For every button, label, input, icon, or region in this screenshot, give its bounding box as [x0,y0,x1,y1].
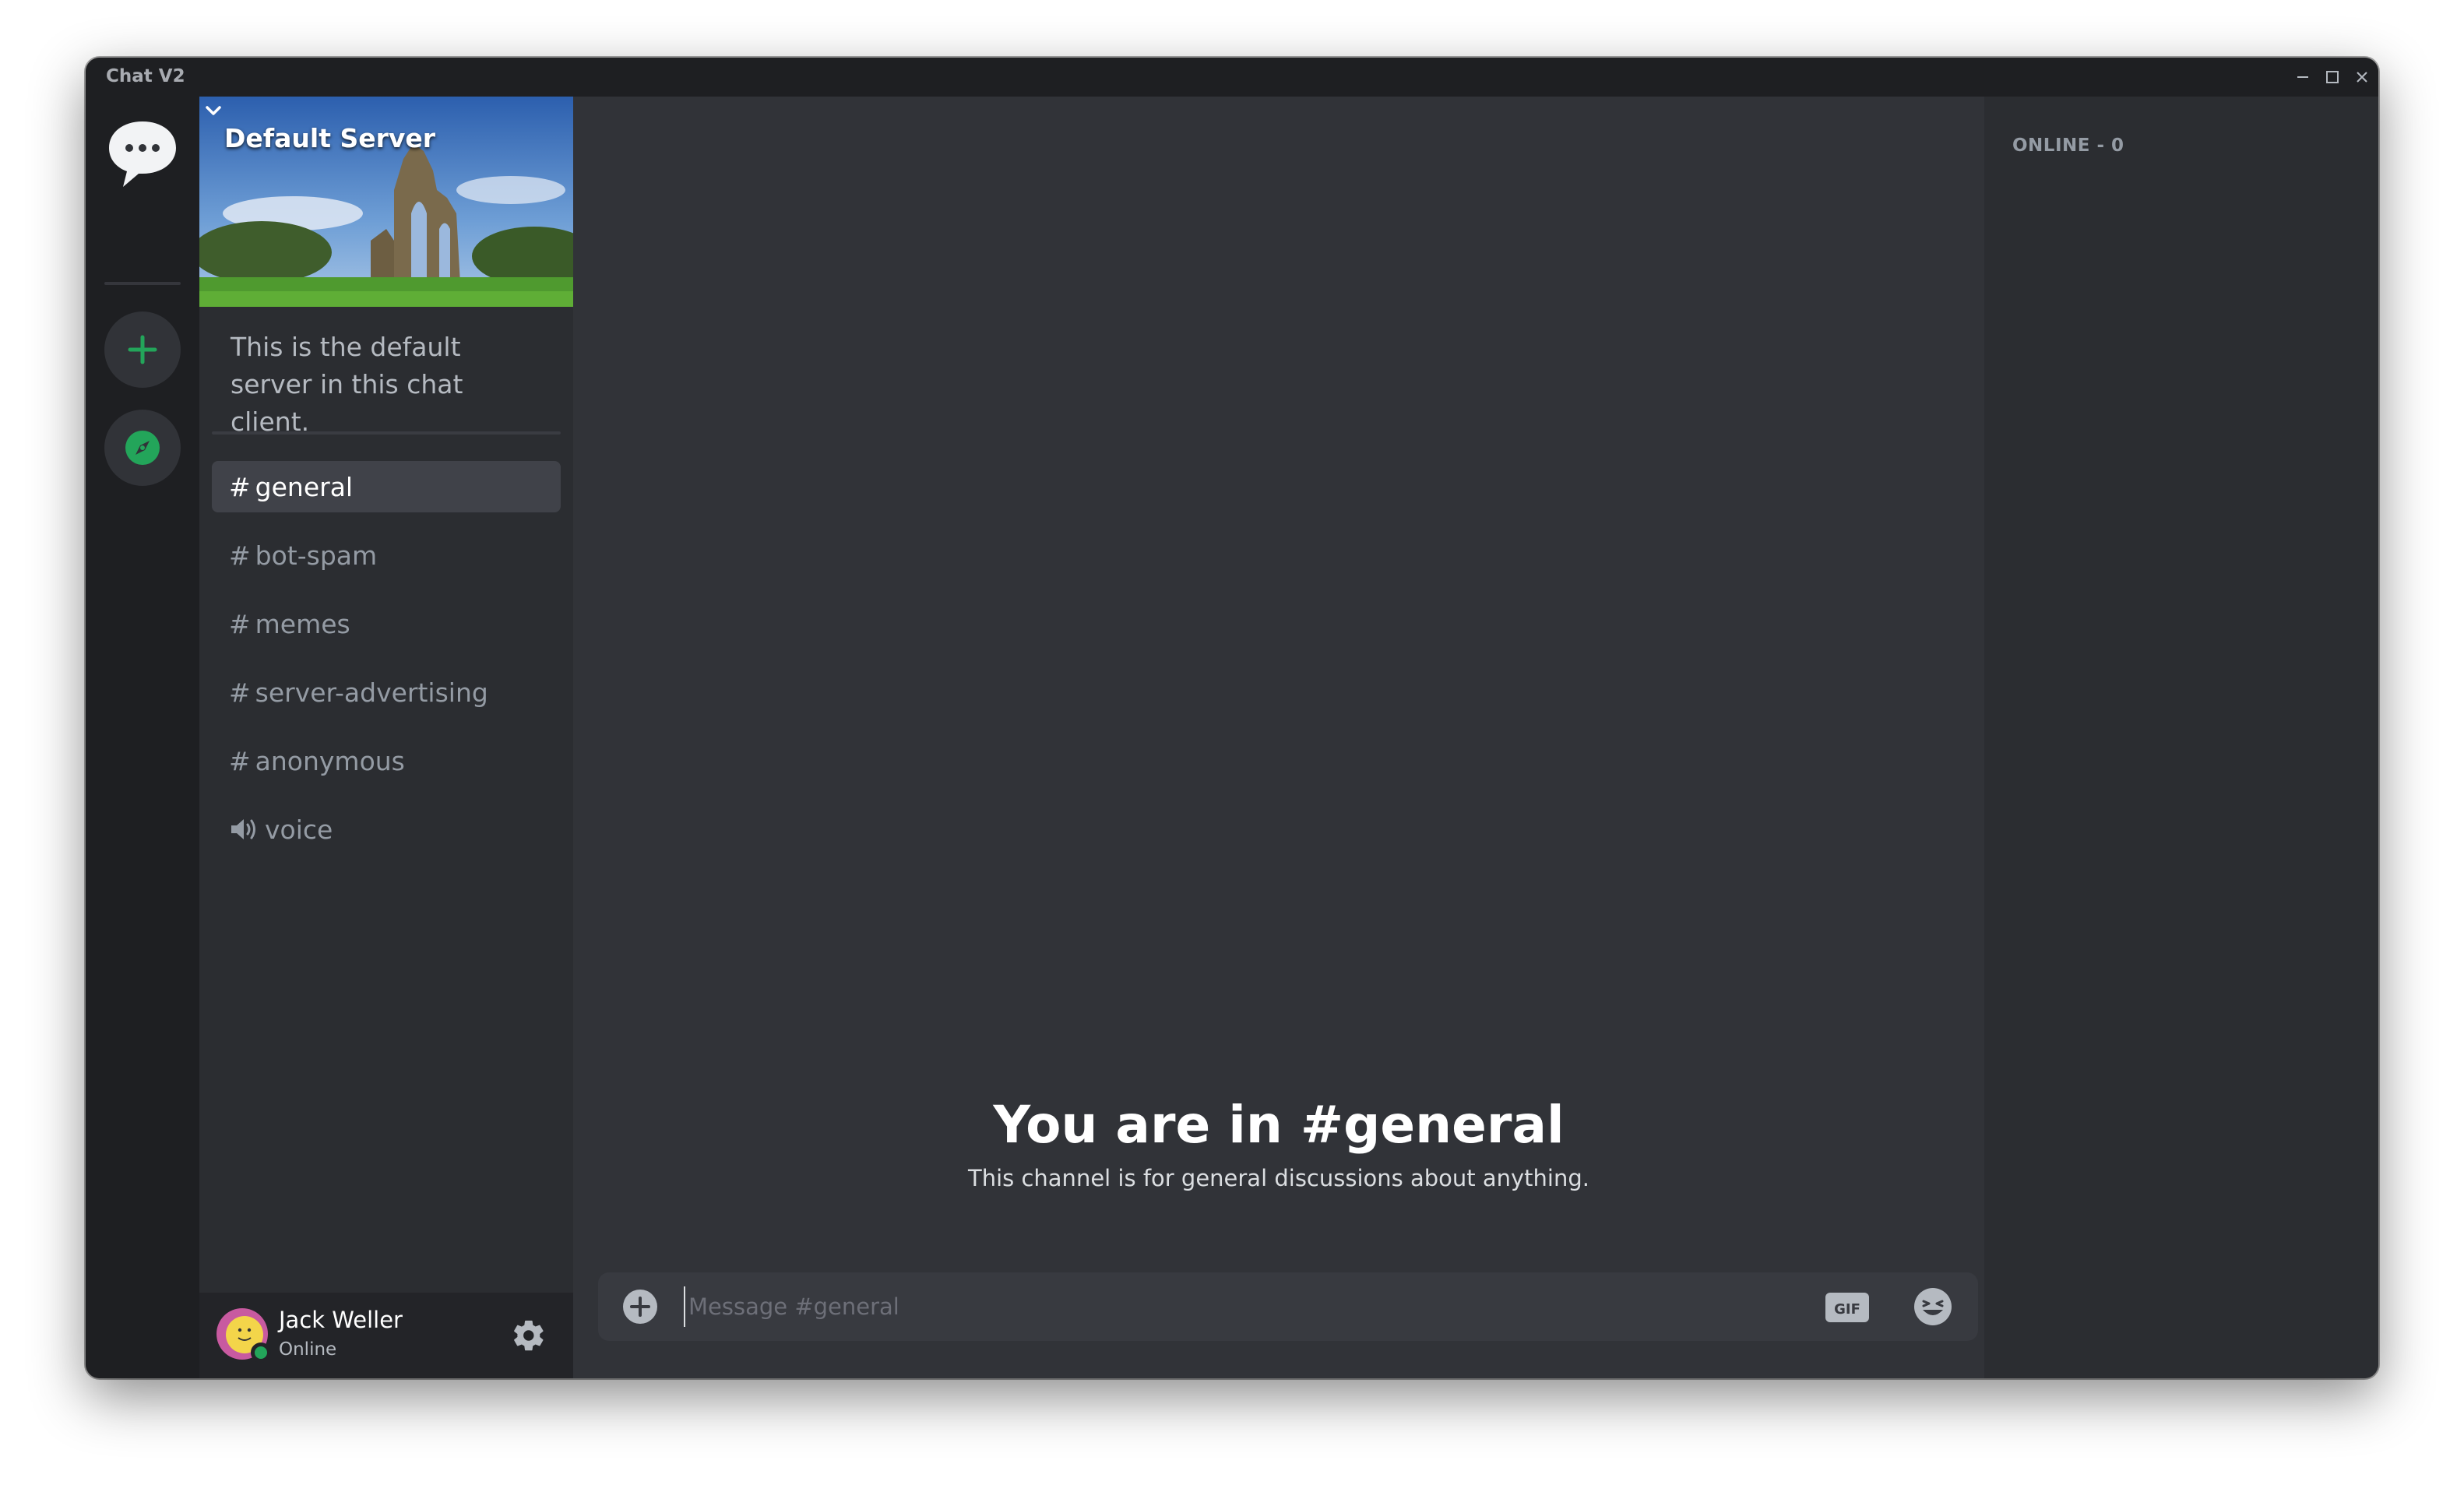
add-server-button[interactable] [104,311,181,388]
emoji-icon[interactable] [1913,1286,1953,1327]
channel-label: server-advertising [255,677,488,708]
server-banner[interactable]: Default Server [199,97,573,307]
hash-icon: # [229,471,251,502]
user-panel: Jack Weller Online [199,1293,573,1378]
sidebar-divider [212,431,561,435]
chevron-down-icon[interactable] [199,97,227,125]
hash-icon: # [229,608,251,639]
channel-bot-spam[interactable]: # bot-spam [212,530,561,581]
channel-voice[interactable]: voice [212,804,561,855]
server-rail [86,97,199,1378]
message-composer: GIF [598,1272,1978,1341]
user-status: Online [279,1339,337,1360]
gear-icon[interactable] [511,1318,547,1353]
app-title: Chat V2 [106,66,185,86]
channel-memes[interactable]: # memes [212,598,561,649]
channel-label: general [255,471,354,502]
message-input[interactable] [684,1286,1790,1327]
plus-icon [128,335,157,364]
close-icon [2357,72,2367,83]
explore-button[interactable] [104,410,181,486]
gif-label: GIF [1834,1301,1860,1318]
user-name: Jack Weller [279,1307,403,1333]
compass-icon [125,431,160,465]
server-description: This is the default server in this chat … [231,332,463,437]
minimize-icon [2297,76,2308,78]
minimize-button[interactable] [2290,64,2316,90]
channel-welcome-title: You are in #general [993,1095,1565,1155]
app-window: Chat V2 Default Server This is the defau… [86,58,2378,1378]
home-button[interactable] [104,115,181,192]
server-name: Default Server [224,123,436,153]
hash-icon: # [229,677,251,708]
channel-server-advertising[interactable]: # server-advertising [212,667,561,718]
speaker-icon [231,819,255,839]
plus-circle-icon[interactable] [621,1288,659,1325]
close-button[interactable] [2349,64,2375,90]
online-members-header: ONLINE - 0 [2012,135,2124,156]
channel-label: anonymous [255,745,405,776]
channel-label: voice [265,814,333,845]
title-bar: Chat V2 [86,58,2378,97]
member-list: ONLINE - 0 [1984,97,2378,1378]
gif-icon[interactable]: GIF [1825,1293,1869,1322]
channel-sidebar: Default Server This is the default serve… [199,97,573,1378]
channel-anonymous[interactable]: # anonymous [212,735,561,786]
maximize-button[interactable] [2319,64,2346,90]
channel-label: memes [255,608,350,639]
channel-label: bot-spam [255,540,378,571]
speech-bubble-icon [109,121,176,187]
maximize-icon [2326,71,2339,83]
chat-main: You are in #general This channel is for … [573,97,1984,1378]
channel-general[interactable]: # general [212,461,561,512]
channel-welcome-subtitle: This channel is for general discussions … [967,1165,1589,1191]
hash-icon: # [229,540,251,571]
hash-icon: # [229,745,251,776]
online-status-indicator [251,1342,271,1363]
rail-divider [104,282,181,285]
